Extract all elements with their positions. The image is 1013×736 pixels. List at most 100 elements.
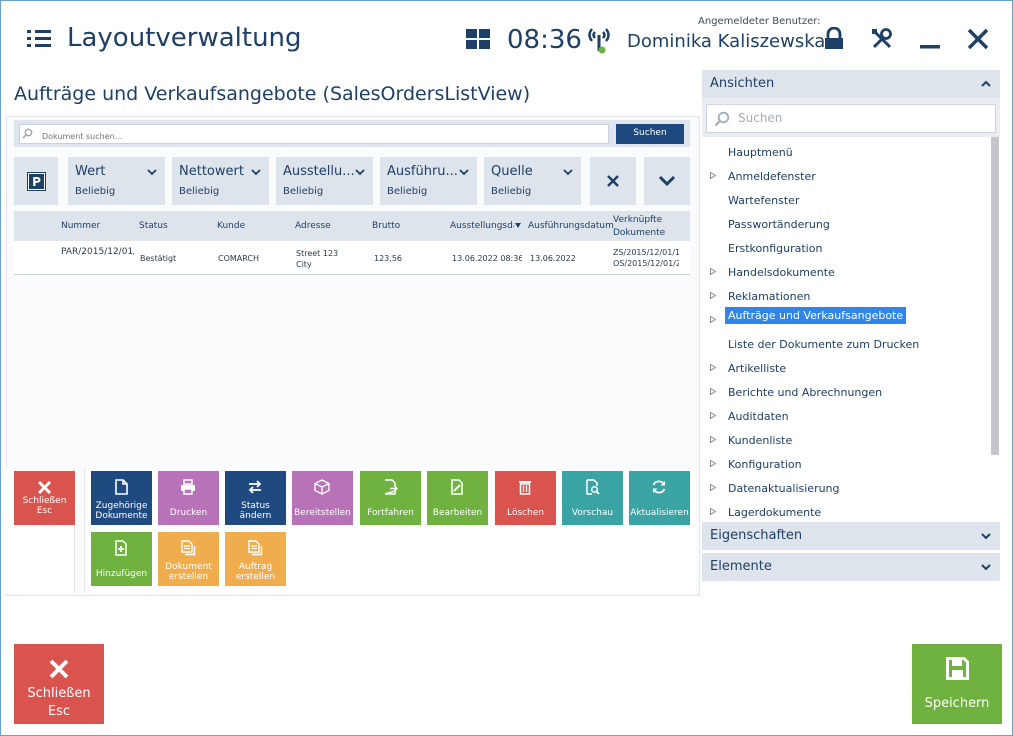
cell-verknuepft: ZS/2015/12/01/1: [613, 248, 679, 257]
button-label-line2: Dokumente: [95, 511, 148, 521]
chevron-down-icon: [459, 169, 469, 176]
cell-status: Bestätigt: [140, 254, 177, 263]
filter-quelle[interactable]: Quelle Beliebig: [484, 157, 581, 205]
button-label: Zugehörige: [95, 501, 148, 511]
close-icon[interactable]: [966, 27, 990, 51]
print-button[interactable]: Drucken: [158, 471, 219, 525]
preview-button[interactable]: Vorschau: [562, 471, 623, 525]
expand-arrow-icon[interactable]: [710, 364, 716, 371]
filter-ausfuehrung[interactable]: Ausführu... Beliebig: [380, 157, 477, 205]
ansichten-header[interactable]: Ansichten: [702, 70, 1000, 98]
chevron-down-icon: [251, 169, 261, 176]
change-status-button[interactable]: Status ändern: [225, 471, 286, 525]
tree-item[interactable]: Erstkonfiguration: [728, 240, 822, 257]
filter-nettowert[interactable]: Nettowert Beliebig: [172, 157, 269, 205]
button-label-line2: erstellen: [168, 572, 209, 582]
views-tree: Hauptmenü Anmeldefenster Wartefenster Pa…: [702, 137, 1000, 520]
eigenschaften-header[interactable]: Eigenschaften: [702, 522, 1000, 550]
tree-item[interactable]: Reklamationen: [728, 288, 810, 305]
parking-button[interactable]: P: [14, 157, 58, 205]
lock-icon[interactable]: [822, 27, 846, 51]
chevron-up-icon: [981, 80, 991, 87]
expand-arrow-icon[interactable]: [710, 388, 716, 395]
tree-item[interactable]: Handelsdokumente: [728, 264, 835, 281]
tree-item[interactable]: Wartefenster: [728, 192, 799, 209]
related-documents-button[interactable]: Zugehörige Dokumente: [91, 471, 152, 525]
expand-arrow-icon[interactable]: [710, 436, 716, 443]
search-bar: Suchen: [14, 120, 690, 147]
search-button[interactable]: Suchen: [616, 124, 684, 144]
tiles-icon[interactable]: [466, 29, 490, 49]
tree-item[interactable]: Auditdaten: [728, 408, 789, 425]
expand-arrow-icon[interactable]: [710, 172, 716, 179]
column-header[interactable]: Verknüpfte: [613, 215, 662, 225]
tree-item[interactable]: Kundenliste: [728, 432, 792, 449]
edit-button[interactable]: Bearbeiten: [427, 471, 488, 525]
chevron-down-icon: [147, 169, 157, 176]
refresh-button[interactable]: Aktualisieren: [629, 471, 690, 525]
scrollbar-thumb[interactable]: [991, 137, 999, 455]
button-label: Hinzufügen: [95, 569, 148, 579]
views-search-input[interactable]: Suchen: [706, 104, 996, 133]
filter-label: Wert: [75, 164, 106, 179]
button-label-line2: ändern: [239, 511, 272, 521]
filter-wert[interactable]: Wert Beliebig: [68, 157, 165, 205]
tree-item[interactable]: Hauptmenü: [728, 144, 793, 161]
expand-arrow-icon[interactable]: [710, 268, 716, 275]
tree-item[interactable]: Artikelliste: [728, 360, 786, 377]
provide-button[interactable]: Bereitstellen: [292, 471, 353, 525]
tree-item-selected[interactable]: Aufträge und Verkaufsangebote: [725, 307, 907, 324]
create-document-button[interactable]: Dokument erstellen: [158, 532, 219, 586]
tools-icon[interactable]: [870, 27, 894, 51]
signal-icon: [588, 28, 610, 54]
minimize-icon[interactable]: [918, 27, 942, 51]
column-header[interactable]: Brutto: [372, 221, 400, 231]
tree-item[interactable]: Anmeldefenster: [728, 168, 816, 185]
tree-item[interactable]: Berichte und Abrechnungen: [728, 384, 882, 401]
expand-arrow-icon[interactable]: [710, 316, 716, 323]
button-label-line2: erstellen: [235, 572, 276, 582]
close-list-button[interactable]: Schließen Esc: [14, 471, 75, 525]
parking-icon: P: [27, 172, 46, 191]
clear-filters-button[interactable]: [590, 157, 636, 205]
column-header[interactable]: Status: [139, 221, 168, 231]
column-header[interactable]: Ausführungsdatum: [528, 221, 614, 231]
swap-icon: [248, 480, 262, 494]
search-placeholder: Suchen: [738, 111, 783, 125]
sort-desc-icon: [515, 223, 521, 228]
column-header[interactable]: Kunde: [217, 221, 245, 231]
continue-button[interactable]: Fortfahren: [360, 471, 421, 525]
filter-value: Beliebig: [75, 186, 116, 197]
tree-item[interactable]: Liste der Dokumente zum Drucken: [728, 336, 919, 353]
column-header[interactable]: Ausstellungsda: [450, 221, 514, 231]
expand-arrow-icon[interactable]: [710, 460, 716, 467]
documents-icon: [248, 540, 263, 556]
tree-item[interactable]: Passwortänderung: [728, 216, 830, 233]
tree-item[interactable]: Konfiguration: [728, 456, 802, 473]
tree-item[interactable]: Datenaktualisierung: [728, 480, 840, 497]
close-button[interactable]: Schließen Esc: [14, 644, 104, 724]
close-icon: [49, 659, 69, 679]
menu-icon[interactable]: [27, 30, 51, 48]
filter-value: Beliebig: [179, 186, 220, 197]
table-row[interactable]: PAR/2015/12/01/ Bestätigt COMARCH Street…: [14, 241, 690, 275]
filter-ausstellung[interactable]: Ausstellu... Beliebig: [276, 157, 373, 205]
cell-adresse-line2: City: [296, 260, 312, 269]
filter-label: Ausstellu...: [283, 164, 355, 179]
expand-arrow-icon[interactable]: [710, 412, 716, 419]
column-header[interactable]: Adresse: [295, 221, 331, 231]
expand-arrow-icon[interactable]: [710, 292, 716, 299]
expand-filters-button[interactable]: [644, 157, 690, 205]
elemente-header[interactable]: Elemente: [702, 553, 1000, 581]
column-header[interactable]: Nummer: [61, 221, 100, 231]
add-button[interactable]: Hinzufügen: [91, 532, 152, 586]
create-order-button[interactable]: Auftrag erstellen: [225, 532, 286, 586]
app-window: Layoutverwaltung 08:36 Angemeldeter Benu…: [0, 0, 1013, 736]
expand-arrow-icon[interactable]: [710, 508, 716, 515]
delete-button[interactable]: Löschen: [495, 471, 556, 525]
expand-arrow-icon[interactable]: [710, 484, 716, 491]
search-input[interactable]: [19, 124, 609, 144]
tree-item[interactable]: Lagerdokumente: [728, 504, 821, 521]
column-header-line2: Dokumente: [613, 228, 666, 238]
save-button[interactable]: Speichern: [912, 644, 1002, 724]
